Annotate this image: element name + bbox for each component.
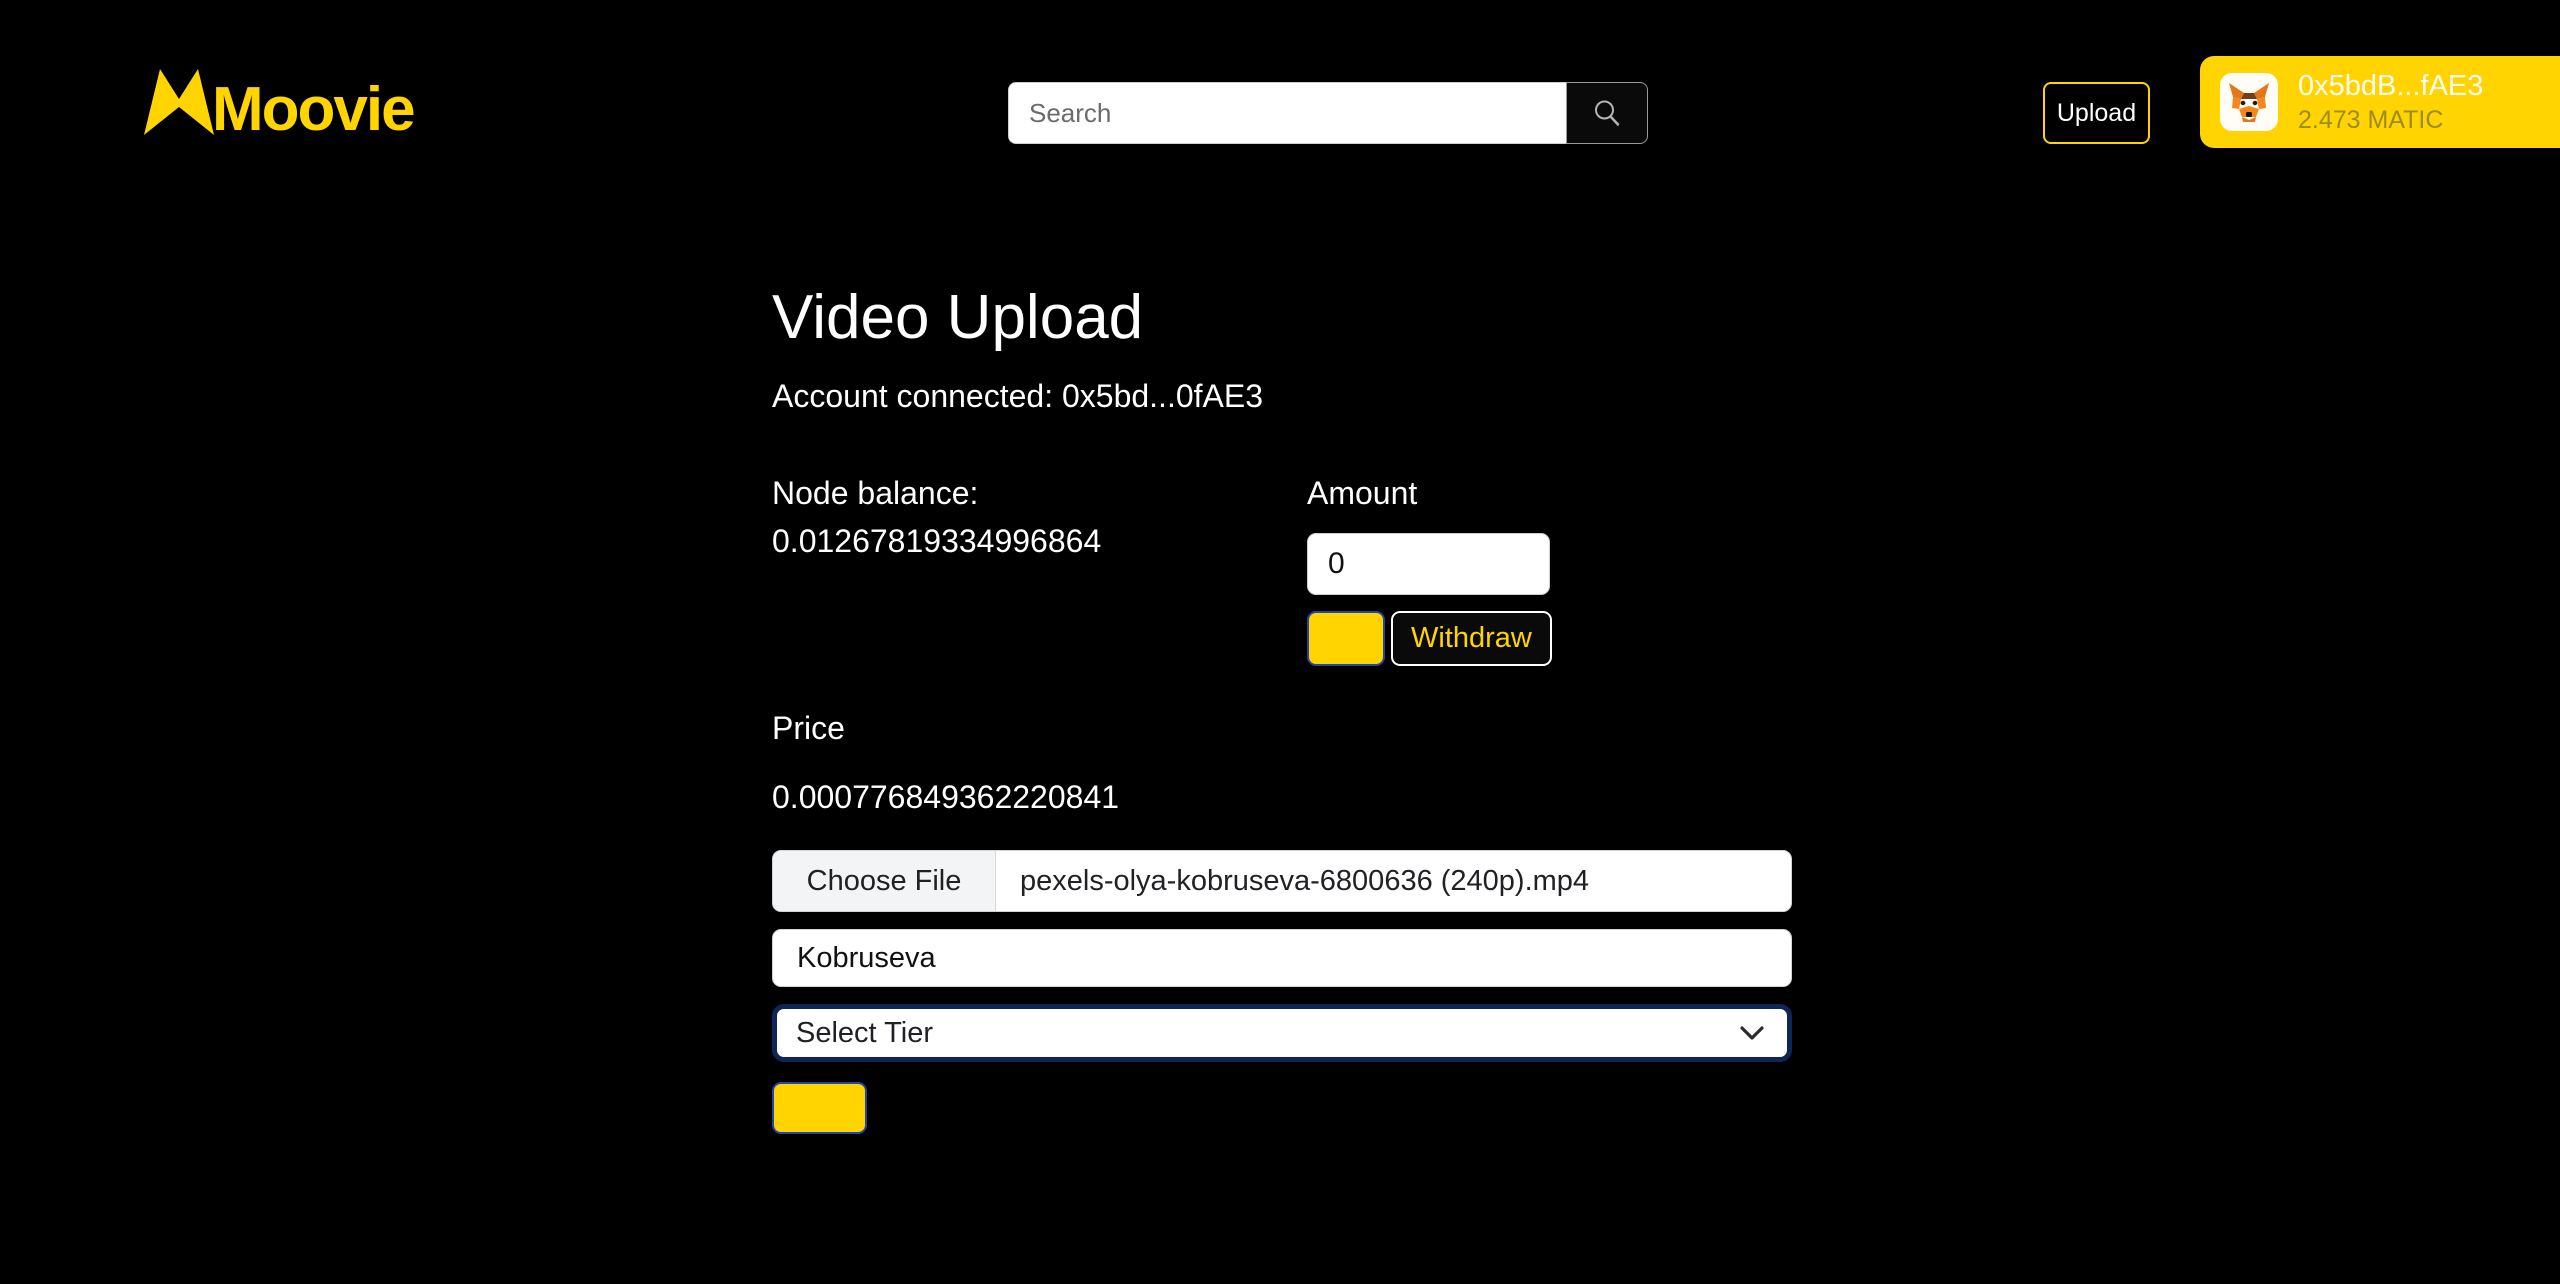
upload-button[interactable]: Upload bbox=[2043, 82, 2150, 144]
price-label: Price bbox=[772, 710, 845, 747]
site-header: Moovie Upload bbox=[0, 0, 2560, 196]
page-title: Video Upload bbox=[772, 283, 1144, 352]
search-icon bbox=[1595, 100, 1620, 126]
tier-select-value: Select Tier bbox=[796, 1016, 933, 1049]
wallet-address: 0x5bdB...fAE3 bbox=[2298, 70, 2484, 103]
submit-upload-button[interactable] bbox=[772, 1082, 867, 1135]
tier-select[interactable]: Select Tier bbox=[772, 1004, 1792, 1063]
wallet-balance: 2.473 MATIC bbox=[2298, 105, 2444, 134]
price-value: 0.000776849362220841 bbox=[772, 779, 1120, 816]
moovie-m-icon bbox=[144, 69, 214, 135]
withdraw-button[interactable]: Withdraw bbox=[1391, 611, 1552, 667]
brand-name: Moovie bbox=[212, 75, 416, 144]
amount-block: Amount Withdraw bbox=[1307, 469, 1727, 667]
node-balance-value: 0.01267819334996864 bbox=[772, 523, 1102, 560]
deposit-button[interactable] bbox=[1307, 611, 1385, 667]
file-picker-row[interactable]: Choose File pexels-olya-kobruseva-680063… bbox=[772, 850, 1792, 913]
search-bar bbox=[1008, 82, 1648, 144]
selected-file-name: pexels-olya-kobruseva-6800636 (240p).mp4 bbox=[1020, 864, 1590, 897]
search-button[interactable] bbox=[1566, 82, 1648, 144]
wallet-badge[interactable]: 0x5bdB...fAE3 2.473 MATIC bbox=[2200, 56, 2560, 148]
amount-label: Amount bbox=[1307, 475, 1418, 512]
search-input[interactable] bbox=[1008, 82, 1566, 144]
balance-amount-row: Node balance: 0.01267819334996864 Amount… bbox=[772, 469, 2560, 667]
node-balance-label: Node balance: bbox=[772, 475, 979, 512]
video-title-input[interactable] bbox=[772, 929, 1792, 988]
main-content: Video Upload Account connected: 0x5bd...… bbox=[0, 283, 2560, 1135]
account-connected-text: Account connected: 0x5bd...0fAE3 bbox=[772, 378, 1263, 415]
wallet-info: 0x5bdB...fAE3 2.473 MATIC bbox=[2298, 68, 2483, 136]
metamask-fox-icon bbox=[2220, 73, 2278, 131]
brand-logo[interactable]: Moovie bbox=[140, 62, 416, 144]
node-balance-block: Node balance: 0.01267819334996864 bbox=[772, 469, 1307, 666]
chevron-down-icon bbox=[1739, 1025, 1765, 1041]
amount-input[interactable] bbox=[1307, 533, 1550, 596]
choose-file-button[interactable]: Choose File bbox=[773, 851, 996, 912]
amount-actions: Withdraw bbox=[1307, 611, 1727, 667]
